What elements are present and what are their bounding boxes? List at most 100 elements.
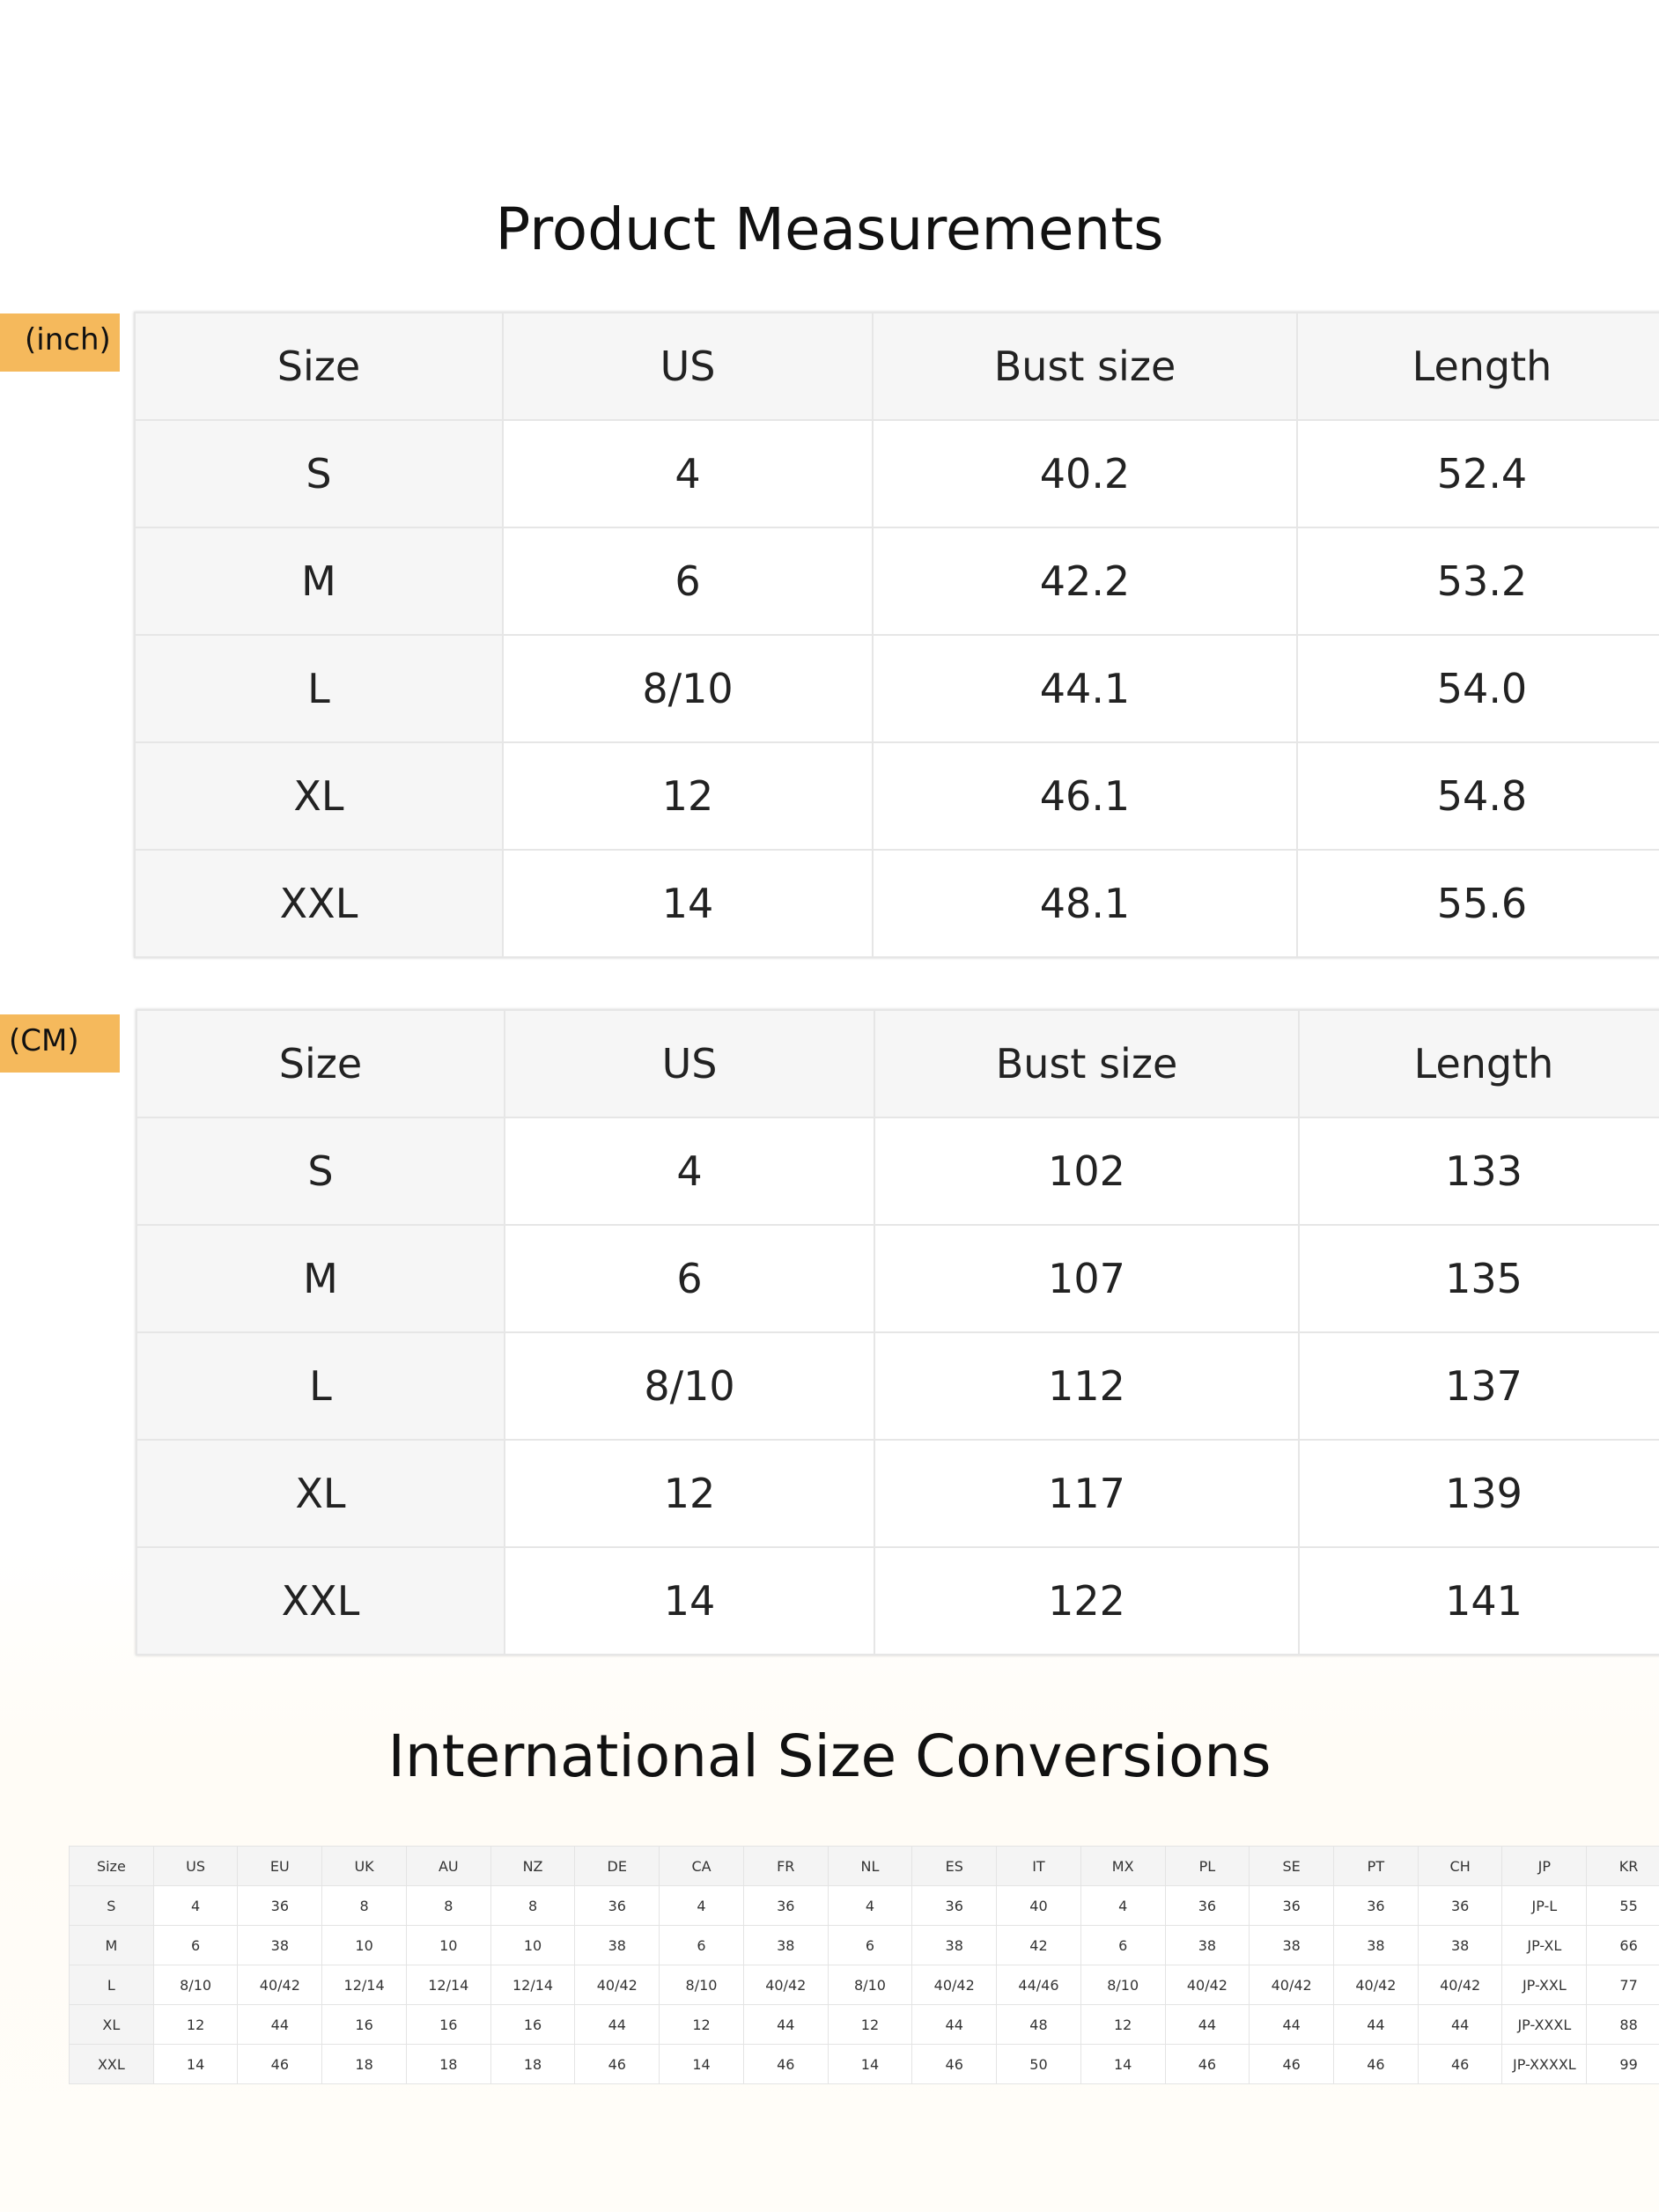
international-size-table: Size US EU UK AU NZ DE CA FR NL ES IT MX PL SE PT CH JP KR…: [69, 1846, 1659, 2084]
cell-pl: 40/42: [1164, 1965, 1250, 2005]
cell-bust-size: 40.2: [872, 419, 1298, 528]
cell-se: 40/42: [1249, 1965, 1335, 2005]
cell-us: 6: [502, 527, 874, 636]
unit-badge-inch: (inch): [0, 313, 120, 372]
cell-es: 46: [911, 2044, 998, 2084]
table-row: S 4 40.2 52.4: [134, 419, 1659, 528]
header-it: IT: [996, 1846, 1081, 1886]
cell-au: 10: [405, 1925, 491, 1965]
cell-jp: JP-XL: [1501, 1925, 1588, 1965]
cell-it: 44/46: [996, 1965, 1081, 2005]
cell-length: 133: [1298, 1117, 1659, 1226]
header-ca: CA: [659, 1846, 744, 1886]
table-row: XXL 14 48.1 55.6: [134, 849, 1659, 958]
cell-mx: 14: [1080, 2044, 1166, 2084]
cell-ca: 14: [659, 2044, 744, 2084]
cell-us: 4: [504, 1117, 875, 1226]
cell-bust-size: 107: [874, 1224, 1300, 1333]
cell-us: 6: [152, 1925, 239, 1965]
cell-bust-size: 46.1: [872, 741, 1298, 851]
table-row: XL 12 46.1 54.8: [134, 741, 1659, 851]
header-es: ES: [911, 1846, 998, 1886]
cell-size: M: [69, 1925, 154, 1965]
header-ch: CH: [1417, 1846, 1503, 1886]
table-row: XXL 14 122 141: [136, 1546, 1659, 1655]
cell-us: 6: [504, 1224, 875, 1333]
table-row: S 4 102 133: [136, 1117, 1659, 1226]
cell-au: 8: [405, 1885, 491, 1926]
cell-pt: 36: [1333, 1885, 1419, 1926]
cell-nz: 8: [490, 1885, 576, 1926]
cell-kr: 77: [1586, 1965, 1659, 2005]
header-pl: PL: [1164, 1846, 1250, 1886]
cell-nz: 10: [490, 1925, 576, 1965]
cell-mx: 12: [1080, 2004, 1166, 2045]
cell-bust-size: 102: [874, 1117, 1300, 1226]
cell-uk: 12/14: [321, 1965, 407, 2005]
cell-eu: 46: [237, 2044, 323, 2084]
cell-nz: 18: [490, 2044, 576, 2084]
cell-pl: 36: [1164, 1885, 1250, 1926]
cell-bust-size: 122: [874, 1546, 1300, 1655]
cell-kr: 55: [1586, 1885, 1659, 1926]
cell-us: 14: [504, 1546, 875, 1655]
cell-jp: JP-XXXXL: [1501, 2044, 1588, 2084]
cell-jp: JP-L: [1501, 1885, 1588, 1926]
cell-mx: 4: [1080, 1885, 1166, 1926]
cell-size: XL: [136, 1439, 505, 1548]
cell-de: 36: [574, 1885, 660, 1926]
header-nz: NZ: [490, 1846, 576, 1886]
header-jp: JP: [1501, 1846, 1588, 1886]
header-size: Size: [134, 312, 504, 421]
cell-pl: 44: [1164, 2004, 1250, 2045]
cell-jp: JP-XXXL: [1501, 2004, 1588, 2045]
header-length: Length: [1296, 312, 1659, 421]
header-length: Length: [1298, 1009, 1659, 1118]
cell-es: 44: [911, 2004, 998, 2045]
cell-kr: 99: [1586, 2044, 1659, 2084]
cell-kr: 88: [1586, 2004, 1659, 2045]
cell-us: 12: [502, 741, 874, 851]
cell-pt: 40/42: [1333, 1965, 1419, 2005]
cell-se: 46: [1249, 2044, 1335, 2084]
cell-size: S: [69, 1885, 154, 1926]
header-fr: FR: [742, 1846, 829, 1886]
table-row: M 6 38 10 10 10 38 6 38 6 38 42 6 38 38 38 38 JP-XL 66: [69, 1925, 1659, 1965]
cell-ch: 36: [1417, 1885, 1503, 1926]
cell-it: 48: [996, 2004, 1081, 2045]
cell-au: 12/14: [405, 1965, 491, 2005]
cell-it: 42: [996, 1925, 1081, 1965]
cell-length: 135: [1298, 1224, 1659, 1333]
cell-es: 40/42: [911, 1965, 998, 2005]
cell-se: 44: [1249, 2004, 1335, 2045]
cell-de: 44: [574, 2004, 660, 2045]
cell-length: 54.0: [1296, 634, 1659, 743]
inch-measurements-table: Size US Bust size Length S 4 40.2 52.4 M…: [134, 312, 1659, 958]
cell-size: XL: [69, 2004, 154, 2045]
cell-au: 18: [405, 2044, 491, 2084]
header-size: Size: [136, 1009, 505, 1118]
cell-us: 8/10: [152, 1965, 239, 2005]
cell-nl: 8/10: [827, 1965, 913, 2005]
cell-eu: 44: [237, 2004, 323, 2045]
cell-size: L: [69, 1965, 154, 2005]
cell-nz: 16: [490, 2004, 576, 2045]
cell-us: 14: [152, 2044, 239, 2084]
cell-size: L: [134, 634, 504, 743]
cell-length: 141: [1298, 1546, 1659, 1655]
cell-length: 55.6: [1296, 849, 1659, 958]
cell-ch: 44: [1417, 2004, 1503, 2045]
cell-bust-size: 48.1: [872, 849, 1298, 958]
cm-measurements-table: Size US Bust size Length S 4 102 133 M 6…: [136, 1009, 1659, 1655]
cell-uk: 8: [321, 1885, 407, 1926]
cell-size: XXL: [136, 1546, 505, 1655]
header-se: SE: [1249, 1846, 1335, 1886]
cell-de: 38: [574, 1925, 660, 1965]
table-row: M 6 42.2 53.2: [134, 527, 1659, 636]
cell-size: XXL: [69, 2044, 154, 2084]
cell-length: 139: [1298, 1439, 1659, 1548]
cell-nl: 6: [827, 1925, 913, 1965]
cell-length: 54.8: [1296, 741, 1659, 851]
cell-se: 36: [1249, 1885, 1335, 1926]
cell-eu: 38: [237, 1925, 323, 1965]
